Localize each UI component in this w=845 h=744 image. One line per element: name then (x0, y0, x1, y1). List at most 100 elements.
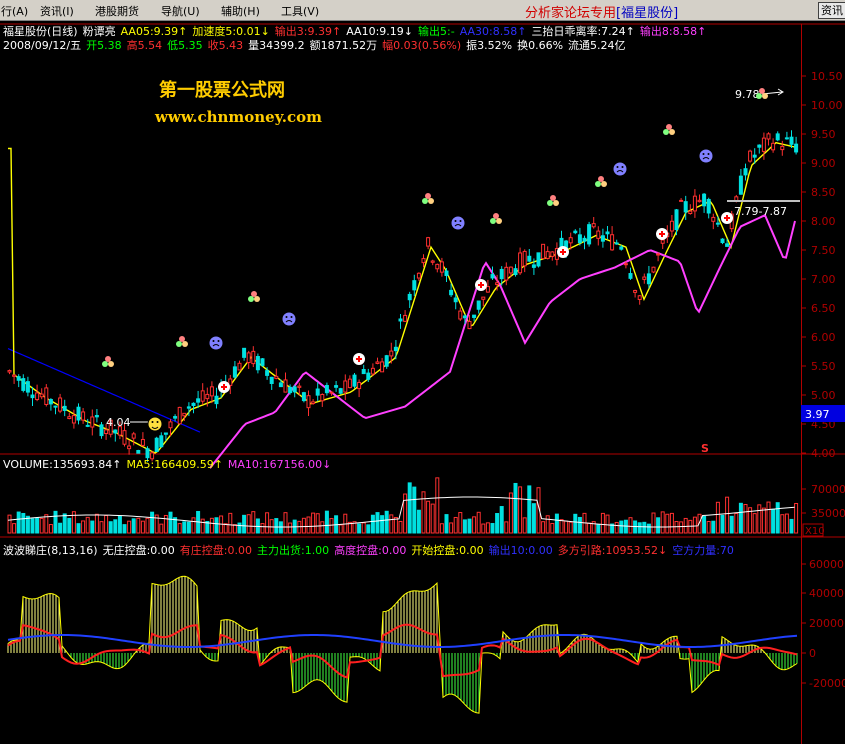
price-tick-label: 10.50 (811, 70, 843, 83)
menu-bar: 行(A) 资讯(I) 港股期货 导航(U) 辅助(H) 工具(V) 分析家论坛专… (0, 0, 845, 21)
volume-bar (702, 515, 707, 534)
price-header-line2: 2008/09/12/五 开5.38 高5.54 低5.35 收5.43 量34399.2… (3, 38, 626, 52)
volume-bar (545, 515, 550, 534)
sad-face-icon (612, 161, 628, 177)
volume-bar (140, 520, 145, 534)
candle-body (168, 421, 173, 429)
volume-bar (642, 521, 647, 534)
volume-bar (393, 516, 398, 534)
volume-bar (669, 512, 674, 534)
price-tick-label: 8.00 (811, 215, 836, 228)
candle-body (692, 195, 697, 212)
flower-cluster-icon (547, 195, 559, 206)
candle-body (481, 296, 486, 300)
candle-body (416, 272, 421, 279)
volume-bar (775, 502, 780, 534)
menu-item-0[interactable]: 行(A) (1, 3, 28, 19)
candle-body (159, 435, 164, 448)
volume-bar (122, 524, 127, 534)
volume-bar (12, 523, 17, 534)
volume-bar (53, 510, 58, 534)
candle-body (338, 388, 343, 394)
volume-bar (136, 517, 141, 534)
candle-body (200, 390, 205, 402)
price-header-1-item: AA05:9.39↑ (121, 25, 188, 38)
volume-header: VOLUME:135693.84↑ MA5:166409.59↑ MA10:1671… (3, 458, 331, 471)
candle-body (81, 411, 86, 421)
candle-body (444, 270, 449, 277)
ind-header-item: 开始控盘:0.00 (411, 543, 483, 557)
ind-header-item: 多方引路:10953.52↓ (558, 543, 667, 557)
volume-bar (430, 503, 435, 534)
volume-bar (94, 513, 99, 534)
menu-item-info[interactable]: 资讯(I) (40, 3, 74, 19)
candle-body (619, 246, 624, 250)
ma-pink-line (209, 213, 796, 469)
volume-bar (81, 520, 86, 534)
candle-body (375, 361, 380, 364)
ind-header-item: 有庄控盘:0.00 (180, 543, 252, 557)
volume-bar (306, 516, 311, 534)
candle-body (495, 282, 500, 285)
volume-bar (117, 515, 122, 534)
candle-body (44, 387, 49, 405)
volume-bar (794, 502, 799, 534)
volume-bar (168, 511, 173, 534)
candle-body (67, 416, 72, 420)
price-header-2-item: 收5.43 (208, 38, 244, 52)
flower-cluster-icon (490, 213, 502, 224)
flower-cluster-icon (663, 124, 675, 135)
indicator-tick-label: 0 (809, 647, 816, 660)
sad-face-icon (208, 335, 224, 351)
volume-bar (384, 510, 389, 534)
candle-body (398, 318, 403, 322)
volume-bar (186, 521, 191, 534)
candle-body (605, 231, 610, 235)
price-annotations: 4.04 9.78 7.79-7.87 S (106, 88, 800, 455)
candle-body (251, 350, 256, 365)
candle-body (582, 237, 587, 242)
candle-body (361, 369, 366, 375)
price-header-2-item: 换0.66% (517, 38, 563, 52)
vol-header-item: MA5:166409.59↑ (126, 458, 222, 471)
buy-cross-icon (721, 212, 733, 224)
candle-body (35, 392, 40, 401)
candle-body (7, 370, 12, 373)
candle-body (58, 397, 63, 412)
volume-bar (738, 502, 743, 534)
volume-bar (223, 523, 228, 534)
candle-body (99, 424, 104, 437)
volume-bar (467, 518, 472, 534)
candle-body (610, 234, 615, 251)
price-tick-label: 7.50 (811, 244, 836, 257)
volume-bar (191, 517, 196, 534)
menu-item-hk-futures[interactable]: 港股期货 (95, 3, 139, 19)
sell-signal-mark: S (701, 442, 709, 455)
volume-bar (251, 511, 256, 534)
menu-item-assist[interactable]: 辅助(H) (221, 3, 260, 19)
volume-bar (780, 514, 785, 534)
candle-body (706, 198, 711, 214)
svg-text:2008/09/12/五开5.38高5.54低5.35收5.: 2008/09/12/五 开5.38 高5.54 低5.35 收5.43 量34399.2… (3, 38, 626, 52)
volume-bar (131, 518, 136, 534)
menu-item-tools[interactable]: 工具(V) (281, 3, 319, 19)
candle-body (656, 253, 661, 256)
price-header-1-item: 三抬日乖离率:7.24↑ (531, 24, 634, 38)
candle-body (76, 406, 81, 421)
chart-area: 福星股份(日线) 粉谭亮 AA05:9.39↑ 加速度5:0.01↓ 输出3:9.39↑… (0, 23, 845, 744)
candle-body (288, 386, 293, 394)
volume-bar (527, 485, 532, 534)
candle-body (214, 395, 219, 405)
candle-body (62, 405, 67, 411)
volume-bar (361, 522, 366, 534)
volume-bar (67, 517, 72, 534)
price-tick-label: 8.50 (811, 186, 836, 199)
volume-bar (62, 513, 67, 534)
info-button[interactable]: 资讯 (818, 2, 845, 19)
candle-body (439, 261, 444, 273)
indicator-tick-label: 20000 (809, 617, 844, 630)
volume-bar (145, 517, 150, 534)
candle-body (757, 144, 762, 148)
volume-bar (39, 517, 44, 534)
menu-item-navigate[interactable]: 导航(U) (161, 3, 200, 19)
